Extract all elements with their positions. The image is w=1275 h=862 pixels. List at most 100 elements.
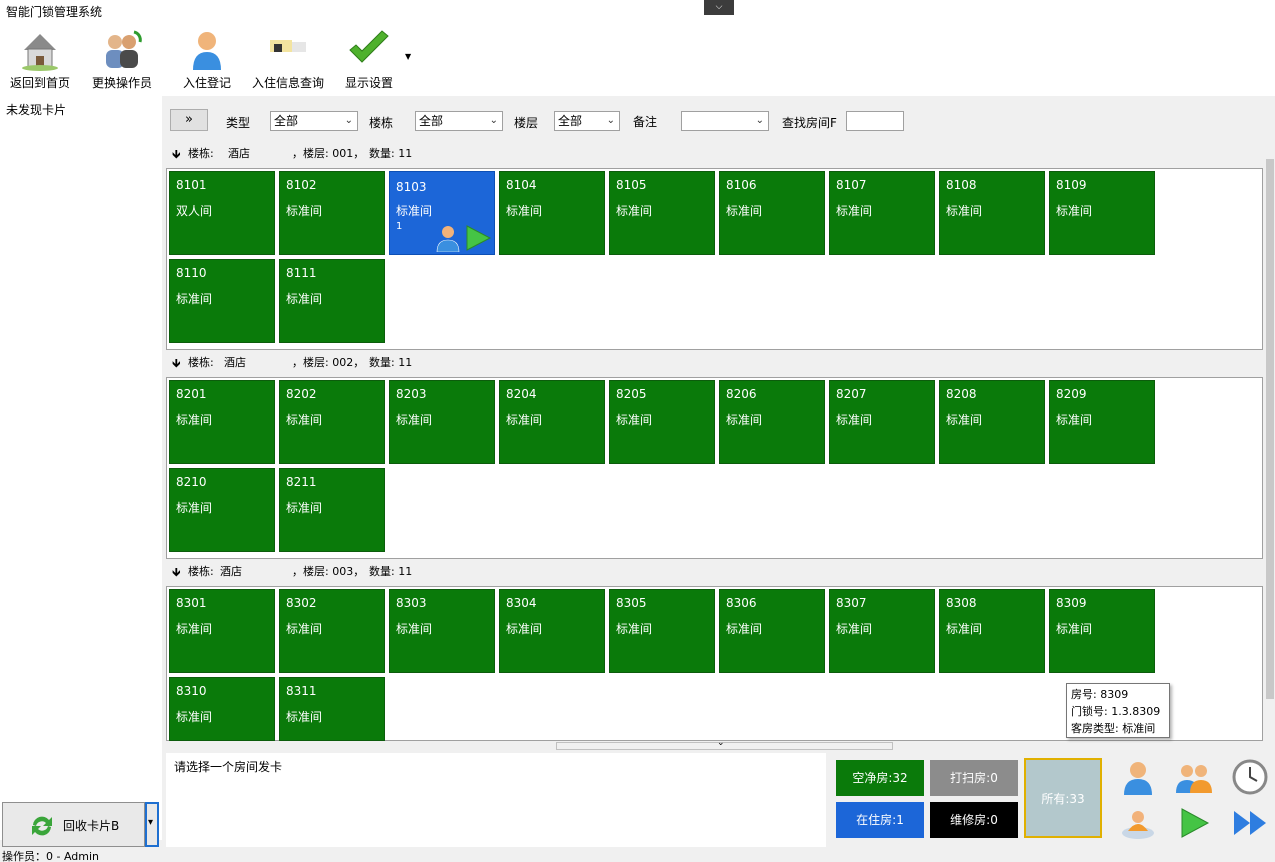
expand-panel-button[interactable]: » xyxy=(170,109,208,131)
room-type: 标准间 xyxy=(176,622,213,636)
room-tile[interactable]: 8207 标准间 xyxy=(829,380,935,464)
room-tile[interactable]: 8211 标准间 xyxy=(279,468,385,552)
room-tile[interactable]: 8305 标准间 xyxy=(609,589,715,673)
repair-rooms-button[interactable]: 维修房:0 xyxy=(930,802,1018,838)
room-type: 标准间 xyxy=(176,710,213,724)
floor-building-label: 楼栋: xyxy=(188,147,214,160)
room-tile[interactable]: 8208 标准间 xyxy=(939,380,1045,464)
play-icon[interactable] xyxy=(1174,803,1214,843)
recycle-card-button[interactable]: 回收卡片B xyxy=(2,802,145,847)
clock-icon[interactable] xyxy=(1230,757,1270,797)
type-select[interactable]: 全部 ⌄ xyxy=(270,111,358,131)
recycle-dropdown-button[interactable]: ▾ xyxy=(145,802,159,847)
guest-icon[interactable] xyxy=(1118,757,1158,797)
floor-body-1: 8101 双人间 8102 标准间 8103 标准间 1 8104 标准间 8105 标… xyxy=(166,168,1263,350)
floor-label: 楼层 xyxy=(514,116,539,130)
room-tile[interactable]: 8104 标准间 xyxy=(499,171,605,255)
room-tile[interactable]: 8301 标准间 xyxy=(169,589,275,673)
change-operator-icon xyxy=(106,30,142,68)
room-number: 8104 xyxy=(506,178,537,192)
display-settings-button[interactable]: 显示设置 xyxy=(338,22,400,94)
checkin-query-button[interactable]: 入住信息查询 xyxy=(246,22,330,94)
room-tile[interactable]: 8202 标准间 xyxy=(279,380,385,464)
floor-count: 数量: 11 xyxy=(369,356,413,369)
display-settings-label: 显示设置 xyxy=(344,76,393,90)
room-number: 8107 xyxy=(836,178,867,192)
room-type: 标准间 xyxy=(506,622,543,636)
room-type: 标准间 xyxy=(616,204,653,218)
more-dropdown-arrow[interactable]: ▼ xyxy=(405,52,411,61)
change-operator-button[interactable]: 更换操作员 xyxy=(86,22,158,94)
room-type: 标准间 xyxy=(836,622,873,636)
room-tile[interactable]: 8308 标准间 xyxy=(939,589,1045,673)
room-tile-selected[interactable]: 8103 标准间 1 xyxy=(389,171,495,255)
room-tile[interactable]: 8210 标准间 xyxy=(169,468,275,552)
collapse-arrow-icon[interactable]: 🡻 xyxy=(172,352,181,374)
room-tile[interactable]: 8102 标准间 xyxy=(279,171,385,255)
remark-select[interactable]: ⌄ xyxy=(681,111,769,131)
room-type: 标准间 xyxy=(1056,413,1093,427)
room-tile[interactable]: 8309 标准间 xyxy=(1049,589,1155,673)
cleaning-rooms-button[interactable]: 打扫房:0 xyxy=(930,760,1018,796)
room-number: 8302 xyxy=(286,596,317,610)
panel-splitter[interactable]: ⌄ xyxy=(556,738,893,750)
building-select[interactable]: 全部 ⌄ xyxy=(415,111,503,131)
room-tile[interactable]: 8303 标准间 xyxy=(389,589,495,673)
room-type: 标准间 xyxy=(946,622,983,636)
room-tile[interactable]: 8107 标准间 xyxy=(829,171,935,255)
checkin-label: 入住登记 xyxy=(182,76,231,90)
room-tile[interactable]: 8101 双人间 xyxy=(169,171,275,255)
room-tile[interactable]: 8310 标准间 xyxy=(169,677,275,741)
room-tile[interactable]: 8105 标准间 xyxy=(609,171,715,255)
room-tile[interactable]: 8111 标准间 xyxy=(279,259,385,343)
room-number: 8307 xyxy=(836,596,867,610)
vertical-scrollbar[interactable] xyxy=(1265,143,1275,741)
room-tile[interactable]: 8204 标准间 xyxy=(499,380,605,464)
room-number: 8205 xyxy=(616,387,647,401)
room-tile[interactable]: 8209 标准间 xyxy=(1049,380,1155,464)
room-type: 标准间 xyxy=(1056,622,1093,636)
floor-select[interactable]: 全部 ⌄ xyxy=(554,111,620,131)
home-icon xyxy=(22,34,58,71)
cleaning-service-icon[interactable] xyxy=(1118,803,1158,843)
occupied-rooms-button[interactable]: 在住房:1 xyxy=(836,802,924,838)
room-tile[interactable]: 8306 标准间 xyxy=(719,589,825,673)
room-tile[interactable]: 8307 标准间 xyxy=(829,589,935,673)
group-guests-icon[interactable] xyxy=(1174,757,1214,797)
room-number: 8102 xyxy=(286,178,317,192)
ribbon-collapse-button[interactable]: ⌵ xyxy=(704,0,734,15)
room-tile[interactable]: 8206 标准间 xyxy=(719,380,825,464)
fast-forward-icon[interactable] xyxy=(1230,803,1270,843)
room-tile[interactable]: 8106 标准间 xyxy=(719,171,825,255)
checkin-button[interactable]: 入住登记 xyxy=(174,22,240,94)
floor-header-3: 🡻 楼栋: 酒店 ，楼层: 003， 数量: 11 xyxy=(164,561,1263,583)
room-tile[interactable]: 8302 标准间 xyxy=(279,589,385,673)
find-room-input[interactable] xyxy=(846,111,904,131)
collapse-arrow-icon[interactable]: 🡻 xyxy=(172,143,181,165)
filter-bar: » 类型 全部 ⌄ 楼栋 全部 ⌄ 楼层 全部 ⌄ 备注 ⌄ 查找房间F xyxy=(166,104,1275,140)
room-tile[interactable]: 8108 标准间 xyxy=(939,171,1045,255)
collapse-arrow-icon[interactable]: 🡻 xyxy=(172,561,181,583)
room-number: 8103 xyxy=(396,180,427,194)
type-value: 全部 xyxy=(274,114,299,128)
room-type: 标准间 xyxy=(946,413,983,427)
room-tile[interactable]: 8201 标准间 xyxy=(169,380,275,464)
floor-building-name: 酒店 xyxy=(224,356,246,369)
room-type: 标准间 xyxy=(176,292,213,306)
scrollbar-thumb[interactable] xyxy=(1266,159,1274,699)
floor-body-2: 8201 标准间 8202 标准间 8203 标准间 8204 标准间 8205 标准间 … xyxy=(166,377,1263,559)
room-number: 8111 xyxy=(286,266,317,280)
room-tile[interactable]: 8109 标准间 xyxy=(1049,171,1155,255)
room-tile[interactable]: 8110 标准间 xyxy=(169,259,275,343)
room-number: 8105 xyxy=(616,178,647,192)
home-button[interactable]: 返回到首页 xyxy=(4,22,76,94)
all-rooms-button[interactable]: 所有:33 xyxy=(1024,758,1102,838)
room-number: 8110 xyxy=(176,266,207,280)
room-tile[interactable]: 8203 标准间 xyxy=(389,380,495,464)
vacant-rooms-button[interactable]: 空净房:32 xyxy=(836,760,924,796)
room-tile[interactable]: 8304 标准间 xyxy=(499,589,605,673)
room-tile[interactable]: 8311 标准间 xyxy=(279,677,385,741)
message-text: 请选择一个房间发卡 xyxy=(174,760,283,774)
room-tile[interactable]: 8205 标准间 xyxy=(609,380,715,464)
room-number: 8101 xyxy=(176,178,207,192)
